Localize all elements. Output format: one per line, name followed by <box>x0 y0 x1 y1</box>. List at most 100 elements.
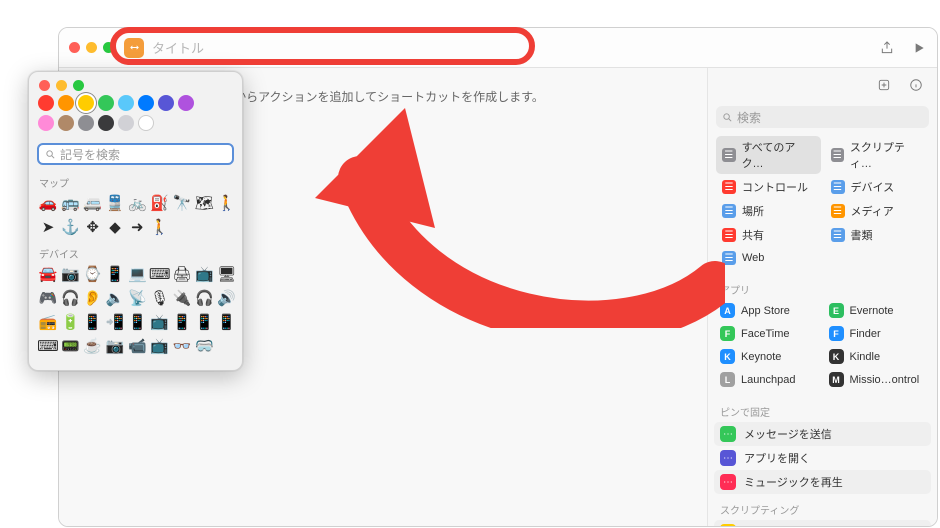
glyph-item[interactable]: 📻 <box>39 313 57 331</box>
glyph-search[interactable]: 記号を検索 <box>37 143 234 165</box>
glyph-item[interactable]: 👓 <box>173 337 191 355</box>
glyph-item[interactable]: 🎙 <box>151 289 169 307</box>
palette-color[interactable] <box>118 95 134 111</box>
glyph-item[interactable]: 📷 <box>106 337 124 355</box>
glyph-item[interactable]: 👂 <box>84 289 102 307</box>
glyph-item[interactable]: 🥽 <box>195 337 213 355</box>
glyph-scroll[interactable]: マップ 🚗🚌🚐🚆🚲⛽🔭🗺🚶➤⚓✥◆➜🚶 デバイス 🚘📷⌚📱💻⌨🖨📺🖥🎮🎧👂🔈📡🎙… <box>29 171 242 370</box>
glyph-item[interactable]: 🎮 <box>39 289 57 307</box>
palette-color[interactable] <box>98 95 114 111</box>
glyph-item[interactable]: 🔌 <box>173 289 191 307</box>
app-item[interactable]: FFaceTime <box>716 323 821 344</box>
app-item[interactable]: MMissio…ontrol <box>825 369 930 390</box>
palette-color[interactable] <box>38 115 54 131</box>
glyph-item[interactable]: 📟 <box>61 337 79 355</box>
palette-color[interactable] <box>118 115 134 131</box>
glyph-item[interactable]: 📱 <box>128 313 146 331</box>
glyph-item[interactable]: 📺 <box>151 313 169 331</box>
glyph-item[interactable]: ◆ <box>106 218 124 236</box>
palette-color[interactable] <box>78 115 94 131</box>
glyph-item[interactable]: 🖨 <box>173 265 191 283</box>
sidebar-search[interactable]: 検索 <box>716 106 929 128</box>
category-item[interactable]: ☰共有 <box>716 224 821 246</box>
glyph-item[interactable] <box>218 218 236 236</box>
app-item[interactable]: KKeynote <box>716 346 821 367</box>
info-icon[interactable] <box>905 74 927 96</box>
palette-color[interactable] <box>58 95 74 111</box>
action-item[interactable]: ⋯コメント <box>714 520 931 526</box>
palette-color[interactable] <box>38 95 54 111</box>
glyph-item[interactable]: 🚘 <box>39 265 57 283</box>
glyph-item[interactable]: 📺 <box>195 265 213 283</box>
action-item[interactable]: ⋯ミュージックを再生 <box>714 470 931 494</box>
glyph-item[interactable]: 🚶 <box>218 194 236 212</box>
palette-color[interactable] <box>158 95 174 111</box>
glyph-item[interactable]: 🚗 <box>39 194 57 212</box>
shortcut-icon[interactable] <box>124 38 144 58</box>
glyph-item[interactable]: 🚶 <box>151 218 169 236</box>
title-field[interactable]: タイトル <box>152 38 879 57</box>
glyph-item[interactable]: 🎧 <box>195 289 213 307</box>
category-item[interactable]: ☰Web <box>716 248 821 268</box>
glyph-item[interactable] <box>195 218 213 236</box>
palette-color[interactable] <box>138 95 154 111</box>
minimize-icon[interactable] <box>86 42 97 53</box>
close-icon[interactable] <box>69 42 80 53</box>
glyph-item[interactable]: 🖥 <box>218 265 236 283</box>
glyph-item[interactable]: ⌚ <box>84 265 102 283</box>
action-item[interactable]: ⋯アプリを開く <box>714 446 931 470</box>
glyph-item[interactable]: 📱 <box>173 313 191 331</box>
palette-color[interactable] <box>98 115 114 131</box>
app-item[interactable]: KKindle <box>825 346 930 367</box>
glyph-item[interactable]: 📷 <box>61 265 79 283</box>
glyph-item[interactable]: ⌨ <box>151 265 169 283</box>
palette-color[interactable] <box>178 95 194 111</box>
picker-traffic-lights[interactable] <box>39 80 84 91</box>
glyph-item[interactable]: 🗺 <box>195 194 213 212</box>
category-item[interactable]: ☰デバイス <box>825 176 930 198</box>
glyph-item[interactable]: ➤ <box>39 218 57 236</box>
app-item[interactable]: AApp Store <box>716 300 821 321</box>
glyph-item[interactable]: 🚐 <box>84 194 102 212</box>
glyph-item[interactable]: ✥ <box>84 218 102 236</box>
category-item[interactable]: ☰場所 <box>716 200 821 222</box>
glyph-item[interactable]: ⛽ <box>151 194 169 212</box>
close-icon[interactable] <box>39 80 50 91</box>
glyph-item[interactable] <box>173 218 191 236</box>
palette-color[interactable] <box>138 115 154 131</box>
action-item[interactable]: ⋯メッセージを送信 <box>714 422 931 446</box>
minimize-icon[interactable] <box>56 80 67 91</box>
library-icon[interactable] <box>873 74 895 96</box>
glyph-item[interactable]: 🔭 <box>173 194 191 212</box>
glyph-item[interactable]: 🚲 <box>128 194 146 212</box>
glyph-item[interactable]: 📡 <box>128 289 146 307</box>
glyph-item[interactable]: 📱 <box>106 265 124 283</box>
glyph-item[interactable]: 🔊 <box>218 289 236 307</box>
app-item[interactable]: FFinder <box>825 323 930 344</box>
category-item[interactable]: ☰スクリプティ… <box>825 136 930 174</box>
category-item[interactable]: ☰メディア <box>825 200 930 222</box>
glyph-item[interactable]: 🔋 <box>61 313 79 331</box>
zoom-icon[interactable] <box>103 42 114 53</box>
category-item[interactable]: ☰コントロール <box>716 176 821 198</box>
glyph-item[interactable]: 🔈 <box>106 289 124 307</box>
category-item[interactable]: ☰すべてのアク… <box>716 136 821 174</box>
glyph-item[interactable]: 📺 <box>151 337 169 355</box>
glyph-item[interactable]: 🚌 <box>61 194 79 212</box>
share-icon[interactable] <box>879 40 895 56</box>
glyph-item[interactable]: ⌨ <box>39 337 57 355</box>
glyph-item[interactable]: 📹 <box>128 337 146 355</box>
palette-color[interactable] <box>78 95 94 111</box>
glyph-item[interactable]: 💻 <box>128 265 146 283</box>
glyph-item[interactable]: ☕ <box>84 337 102 355</box>
app-item[interactable]: LLaunchpad <box>716 369 821 390</box>
zoom-icon[interactable] <box>73 80 84 91</box>
traffic-lights[interactable] <box>69 42 114 53</box>
glyph-item[interactable]: 🎧 <box>61 289 79 307</box>
glyph-item[interactable]: 📱 <box>218 313 236 331</box>
palette-color[interactable] <box>58 115 74 131</box>
category-item[interactable]: ☰書類 <box>825 224 930 246</box>
glyph-item[interactable]: ➜ <box>128 218 146 236</box>
glyph-item[interactable]: 📱 <box>84 313 102 331</box>
glyph-item[interactable]: 🚆 <box>106 194 124 212</box>
